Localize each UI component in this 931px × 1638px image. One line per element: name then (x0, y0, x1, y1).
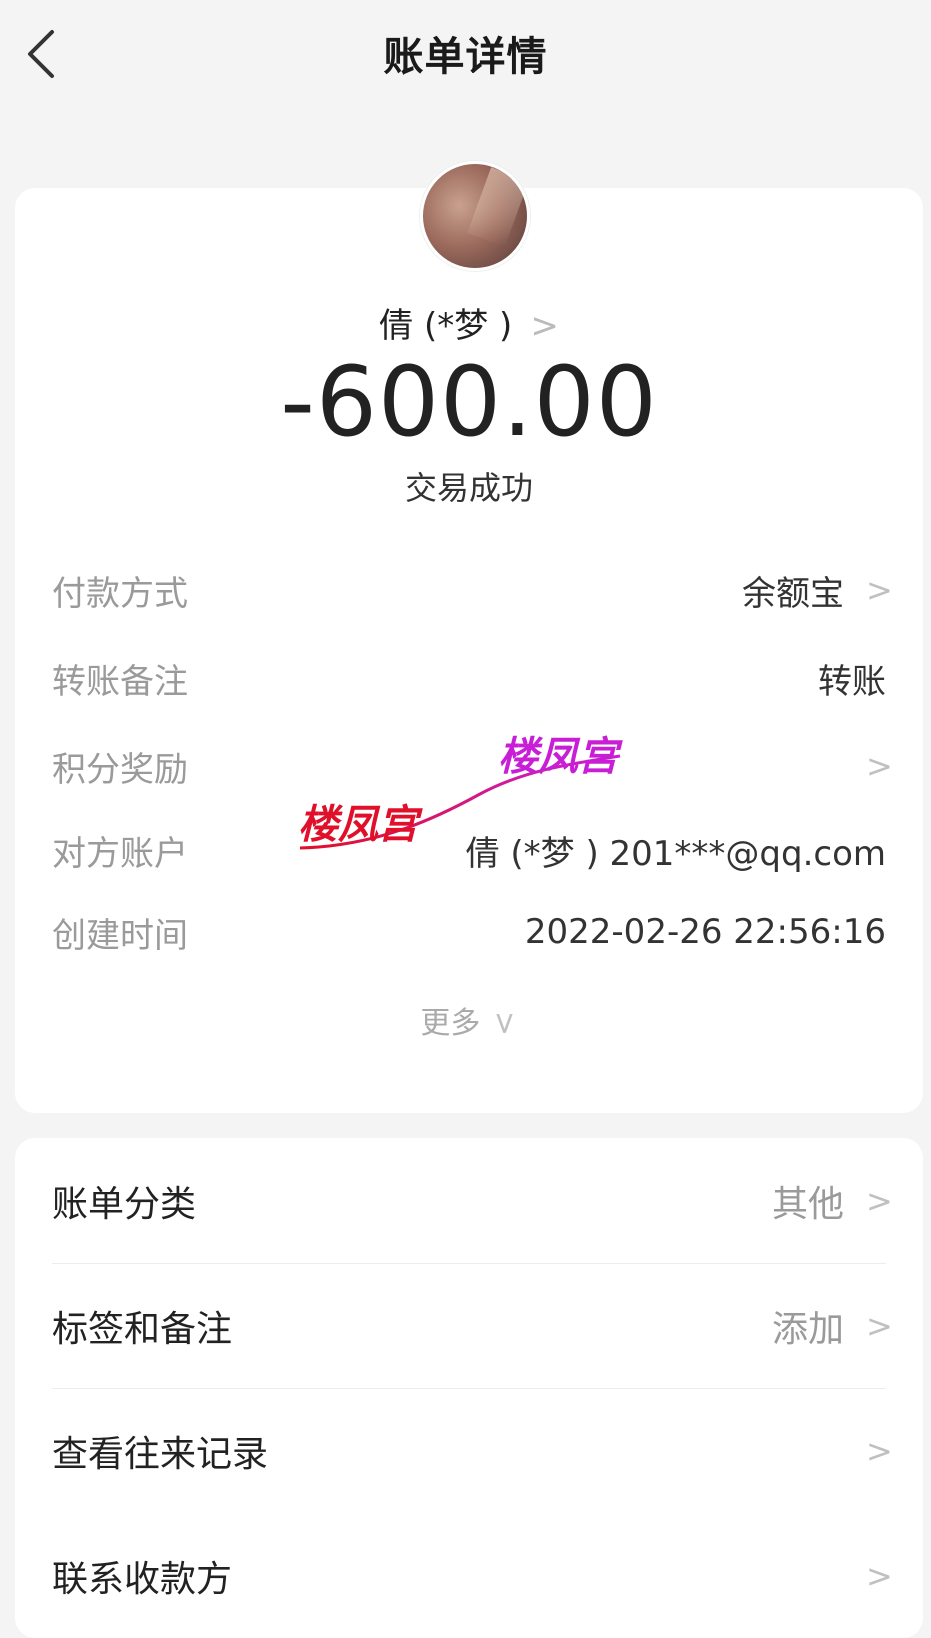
action-row-contact-payee[interactable]: 联系收款方 > (52, 1513, 893, 1638)
chevron-right-icon: > (866, 1431, 893, 1470)
chevron-right-icon: > (866, 1306, 893, 1345)
more-button[interactable]: 更多 > (15, 998, 923, 1042)
detail-row-payment-method[interactable]: 付款方式 余额宝 > (52, 560, 893, 620)
detail-label: 转账备注 (52, 661, 188, 702)
detail-value: 余额宝 (742, 573, 844, 614)
page-title: 账单详情 (383, 34, 548, 80)
detail-value: 倩 (*梦 ) 201***@qq.com (465, 833, 886, 874)
chevron-right-icon: > (866, 747, 893, 785)
action-label: 标签和备注 (52, 1308, 233, 1350)
detail-row-points-reward[interactable]: 积分奖励 > (52, 736, 893, 796)
action-value: 其他 (771, 1183, 844, 1225)
payee-name: 倩 (*梦 ) (379, 306, 513, 346)
action-value: 添加 (771, 1308, 844, 1350)
navigation-bar: 账单详情 (0, 0, 931, 110)
detail-value: 2022-02-26 22:56:16 (524, 912, 886, 952)
chevron-right-icon: > (866, 571, 893, 609)
action-row-view-history[interactable]: 查看往来记录 > (52, 1388, 893, 1513)
chevron-right-icon: > (866, 1556, 893, 1595)
transaction-summary-card: 倩 (*梦 ) > -600.00 交易成功 付款方式 余额宝 > 转账备注 转账… (15, 161, 923, 1113)
more-label: 更多 (420, 1006, 481, 1041)
detail-label: 积分奖励 (52, 749, 188, 790)
action-row-tags-notes[interactable]: 标签和备注 添加 > (52, 1263, 893, 1389)
detail-row-transfer-note: 转账备注 转账 (52, 648, 886, 708)
chevron-right-icon: > (530, 306, 559, 346)
detail-row-created-time: 创建时间 2022-02-26 22:56:16 (52, 902, 886, 962)
detail-label: 对方账户 (52, 833, 188, 874)
transaction-amount: -600.00 (280, 346, 658, 458)
action-row-bill-category[interactable]: 账单分类 其他 > (52, 1138, 893, 1264)
payee-name-link[interactable]: 倩 (*梦 ) > (15, 298, 923, 347)
chevron-down-icon: > (487, 1010, 523, 1037)
detail-row-counterparty-account: 对方账户 倩 (*梦 ) 201***@qq.com (52, 820, 886, 880)
transaction-status: 交易成功 (404, 469, 533, 507)
detail-label: 创建时间 (52, 915, 188, 956)
detail-value: 转账 (818, 661, 886, 702)
payee-avatar[interactable] (420, 161, 530, 271)
action-label: 查看往来记录 (52, 1433, 269, 1475)
chevron-right-icon: > (866, 1181, 893, 1220)
action-label: 联系收款方 (52, 1558, 233, 1600)
detail-label: 付款方式 (52, 573, 188, 614)
action-label: 账单分类 (52, 1183, 197, 1225)
actions-card: 账单分类 其他 > 标签和备注 添加 > 查看往来记录 > 联系收款方 > (15, 1138, 923, 1638)
